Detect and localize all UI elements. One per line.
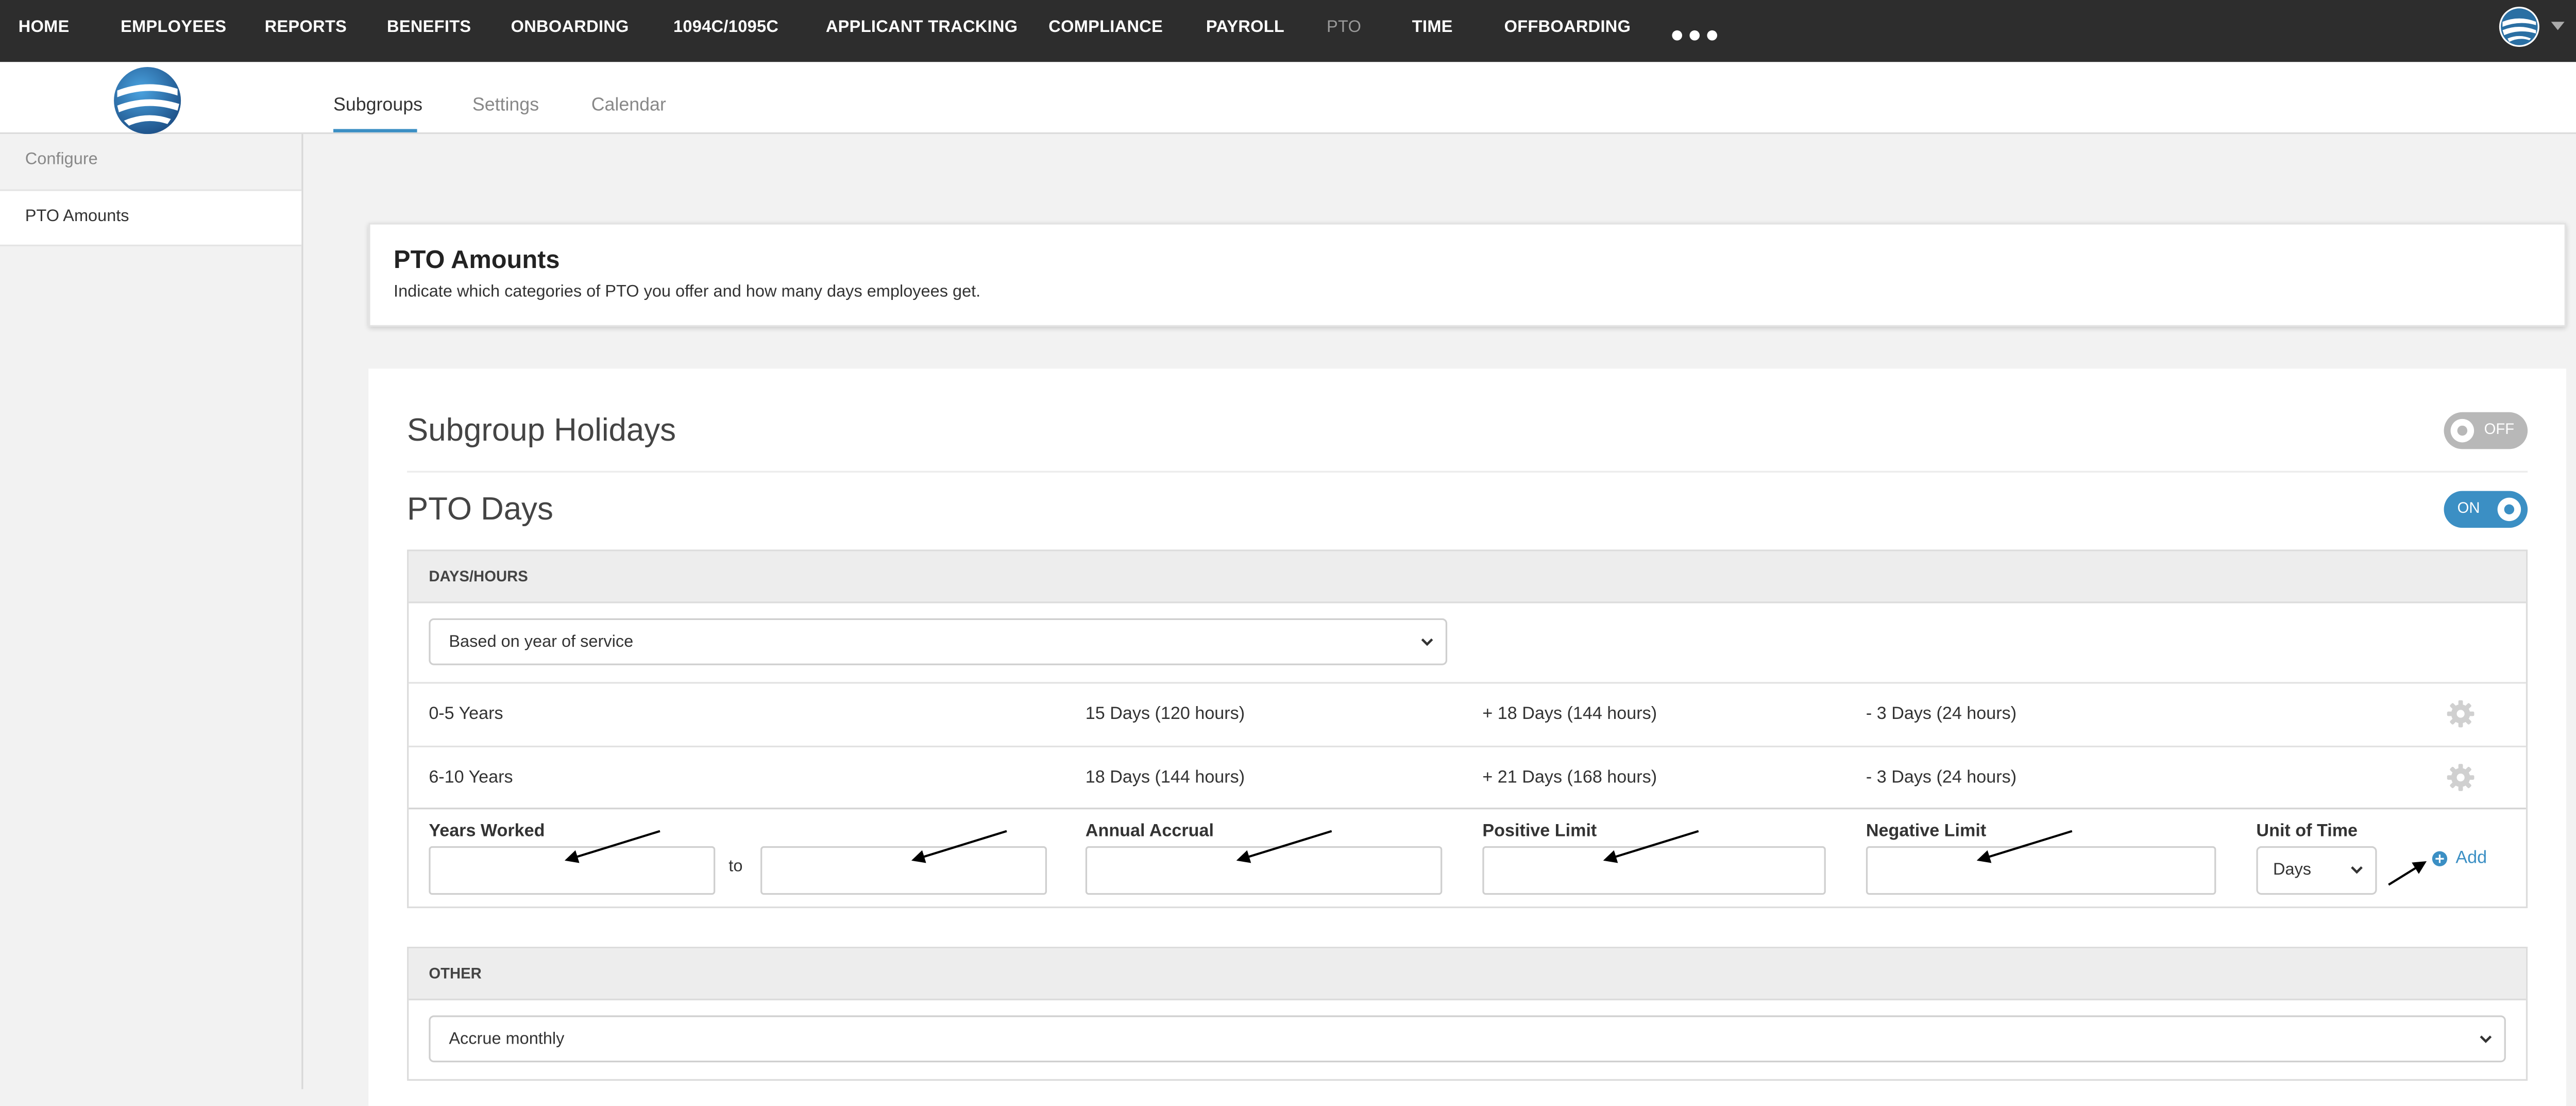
nav-time[interactable]: TIME bbox=[1412, 0, 1453, 55]
add-tier-form: Years Worked to Annual Accrual Positive … bbox=[409, 808, 2526, 908]
tab-settings[interactable]: Settings bbox=[472, 95, 539, 115]
nav-compliance[interactable]: COMPLIANCE bbox=[1048, 0, 1163, 55]
toggle-state-label: OFF bbox=[2484, 421, 2515, 438]
row-annual-accrual: 15 Days (120 hours) bbox=[1085, 703, 1245, 724]
nav-pto[interactable]: PTO bbox=[1327, 0, 1361, 55]
sidebar-section-configure[interactable]: Configure bbox=[25, 151, 98, 170]
toggle-knob bbox=[2497, 497, 2521, 522]
pto-days-title: PTO Days bbox=[407, 492, 553, 528]
positive-limit-label: Positive Limit bbox=[1482, 821, 1597, 842]
sidebar: Configure PTO Amounts bbox=[0, 134, 303, 1090]
unit-of-time-select[interactable]: Days bbox=[2256, 846, 2377, 895]
active-tab-indicator bbox=[333, 129, 417, 132]
globe-avatar-icon[interactable] bbox=[2499, 7, 2539, 47]
sidebar-item-label: PTO Amounts bbox=[25, 208, 129, 226]
sidebar-item-pto-amounts[interactable]: PTO Amounts bbox=[0, 189, 302, 246]
years-worked-label: Years Worked bbox=[429, 821, 545, 842]
nav-reports[interactable]: REPORTS bbox=[265, 0, 347, 55]
annual-accrual-input[interactable] bbox=[1085, 846, 1443, 895]
negative-limit-input[interactable] bbox=[1866, 846, 2216, 895]
other-panel: OTHER Accrue monthly bbox=[407, 946, 2528, 1081]
days-hours-header-label: DAYS/HOURS bbox=[429, 568, 528, 585]
pto-days-toggle[interactable]: ON bbox=[2444, 491, 2528, 528]
accrual-frequency-value: Accrue monthly bbox=[449, 1030, 565, 1049]
more-dots-icon[interactable]: ●●● bbox=[1670, 20, 1722, 47]
accrual-basis-select[interactable]: Based on year of service bbox=[429, 618, 1448, 665]
nav-benefits[interactable]: BENEFITS bbox=[387, 0, 471, 55]
days-hours-header: DAYS/HOURS bbox=[409, 551, 2526, 604]
negative-limit-label: Negative Limit bbox=[1866, 821, 1987, 842]
row-years: 0-5 Years bbox=[429, 703, 503, 724]
chevron-down-icon bbox=[1421, 638, 1433, 646]
other-header: OTHER bbox=[409, 948, 2526, 1000]
years-to-label: to bbox=[728, 858, 743, 877]
plus-circle-icon bbox=[2432, 851, 2448, 866]
app-window: HOME EMPLOYEES REPORTS BENEFITS ONBOARDI… bbox=[0, 0, 2576, 1106]
unit-of-time-label: Unit of Time bbox=[2256, 821, 2358, 842]
subgroup-holidays-toggle[interactable]: OFF bbox=[2444, 412, 2528, 449]
nav-1094c-1095c[interactable]: 1094C/1095C bbox=[673, 0, 778, 55]
pto-settings-card: Subgroup Holidays OFF PTO Days ON DAYS/H… bbox=[368, 368, 2566, 1106]
annual-accrual-label: Annual Accrual bbox=[1085, 821, 1214, 842]
nav-employees[interactable]: EMPLOYEES bbox=[121, 0, 226, 55]
row-annual-accrual: 18 Days (144 hours) bbox=[1085, 767, 1245, 788]
subgroup-holidays-title: Subgroup Holidays bbox=[407, 414, 676, 449]
unit-of-time-value: Days bbox=[2273, 861, 2312, 880]
chevron-down-icon bbox=[2480, 1035, 2492, 1043]
row-positive-limit: + 18 Days (144 hours) bbox=[1482, 703, 1657, 724]
toggle-state-label: ON bbox=[2457, 499, 2480, 516]
gear-icon[interactable] bbox=[2446, 699, 2476, 729]
add-button-label: Add bbox=[2455, 848, 2487, 868]
section-divider bbox=[407, 471, 2528, 473]
nav-onboarding[interactable]: ONBOARDING bbox=[511, 0, 629, 55]
row-negative-limit: - 3 Days (24 hours) bbox=[1866, 767, 2017, 788]
tab-subgroups[interactable]: Subgroups bbox=[333, 95, 422, 115]
table-row: 0-5 Years 15 Days (120 hours) + 18 Days … bbox=[409, 682, 2526, 746]
top-nav-bar: HOME EMPLOYEES REPORTS BENEFITS ONBOARDI… bbox=[0, 0, 2576, 62]
toggle-knob bbox=[2450, 418, 2475, 443]
gear-icon[interactable] bbox=[2446, 762, 2476, 793]
globe-logo-icon[interactable] bbox=[112, 65, 183, 136]
table-row: 6-10 Years 18 Days (144 hours) + 21 Days… bbox=[409, 745, 2526, 810]
page-subtitle: Indicate which categories of PTO you off… bbox=[394, 283, 981, 302]
nav-offboarding[interactable]: OFFBOARDING bbox=[1504, 0, 1631, 55]
page-title: PTO Amounts bbox=[394, 246, 560, 275]
nav-payroll[interactable]: PAYROLL bbox=[1206, 0, 1284, 55]
page-header-card: PTO Amounts Indicate which categories of… bbox=[368, 223, 2566, 327]
years-to-input[interactable] bbox=[760, 846, 1047, 895]
years-from-input[interactable] bbox=[429, 846, 716, 895]
accrual-frequency-select[interactable]: Accrue monthly bbox=[429, 1015, 2506, 1063]
other-header-label: OTHER bbox=[429, 965, 482, 982]
nav-home[interactable]: HOME bbox=[19, 0, 70, 55]
positive-limit-input[interactable] bbox=[1482, 846, 1826, 895]
tab-calendar[interactable]: Calendar bbox=[591, 95, 666, 115]
days-hours-panel: DAYS/HOURS Based on year of service 0-5 … bbox=[407, 549, 2528, 909]
chevron-down-icon bbox=[2351, 866, 2363, 874]
profile-caret-icon[interactable] bbox=[2551, 22, 2565, 30]
nav-applicant-tracking[interactable]: APPLICANT TRACKING bbox=[826, 0, 1018, 55]
accrual-basis-value: Based on year of service bbox=[449, 633, 634, 652]
row-years: 6-10 Years bbox=[429, 767, 513, 788]
row-negative-limit: - 3 Days (24 hours) bbox=[1866, 703, 2017, 724]
row-positive-limit: + 21 Days (168 hours) bbox=[1482, 767, 1657, 788]
